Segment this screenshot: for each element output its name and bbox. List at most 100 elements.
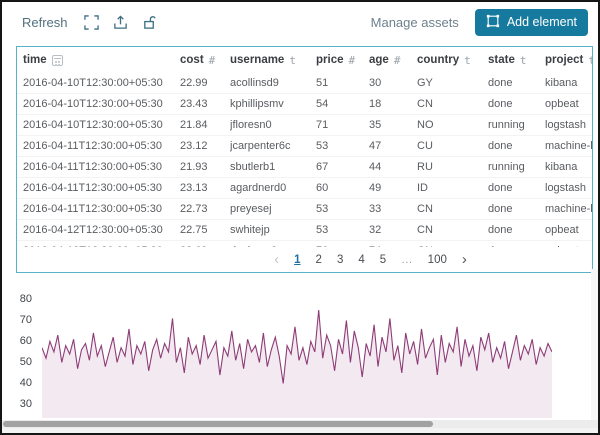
table-cell: 2016-04-11T12:30:00+05:30 — [23, 182, 180, 194]
pagination-page-1[interactable]: 1 — [294, 254, 300, 266]
vertical-scrollbar-track[interactable] — [591, 269, 598, 420]
canvas-workpad: Refresh Manage assets — [0, 0, 600, 435]
table-cell: jfloresn0 — [230, 119, 316, 131]
table-cell: GY — [417, 77, 488, 89]
refresh-button[interactable]: Refresh — [22, 15, 68, 30]
table-cell: done — [488, 140, 545, 152]
table-cell: jcarpenter6c — [230, 140, 316, 152]
table-cell: 2016-04-11T12:30:00+05:30 — [23, 140, 180, 152]
table-cell: 54 — [316, 98, 369, 110]
column-header-price: price # — [316, 54, 369, 67]
table-cell: kibana — [545, 77, 592, 89]
table-body: 2016-04-10T12:30:00+05:3022.99acollinsd9… — [17, 73, 592, 247]
table-cell: 21.84 — [180, 119, 230, 131]
table-row: 2016-04-10T12:30:00+05:3023.43kphillipsm… — [17, 94, 592, 115]
y-tick-label: 40 — [6, 376, 32, 390]
table-row: 2016-04-11T12:30:00+05:3022.73preyesej53… — [17, 199, 592, 220]
table-cell: 22.99 — [180, 77, 230, 89]
table-cell: 18 — [369, 98, 417, 110]
table-cell: 53 — [316, 203, 369, 215]
table-cell: logstash — [545, 182, 592, 194]
table-cell: done — [488, 98, 545, 110]
line-chart-element[interactable]: 807060504030 — [2, 289, 562, 419]
table-cell: 23.12 — [180, 140, 230, 152]
table-cell: opbeat — [545, 224, 592, 236]
column-header-username: username t — [230, 54, 316, 67]
add-element-icon — [486, 14, 500, 31]
table-cell: 47 — [369, 140, 417, 152]
table-cell: 30 — [369, 77, 417, 89]
table-cell: machine-l — [545, 203, 592, 215]
table-cell: acollinsd9 — [230, 77, 316, 89]
y-tick-label: 70 — [6, 313, 32, 327]
pagination-ellipsis: … — [401, 254, 413, 266]
table-cell: CN — [417, 98, 488, 110]
table-cell: opbeat — [545, 98, 592, 110]
table-cell: 71 — [316, 119, 369, 131]
table-cell: done — [488, 224, 545, 236]
table-row: 2016-04-11T12:30:00+05:3023.12jcarpenter… — [17, 136, 592, 157]
table-cell: CN — [417, 224, 488, 236]
toolbar-right: Manage assets Add element — [371, 9, 588, 36]
column-header-state: state t — [488, 54, 545, 67]
pagination-prev[interactable]: ‹ — [274, 252, 279, 267]
chart-y-axis: 807060504030 — [6, 289, 34, 419]
table-row: 2016-04-11T12:30:00+05:3021.93sbutlerb16… — [17, 157, 592, 178]
table-cell: machine-l — [545, 140, 592, 152]
area-line-chart — [42, 289, 552, 418]
table-cell: 2016-04-10T12:30:00+05:30 — [23, 119, 180, 131]
column-header-project: project t — [545, 54, 592, 67]
table-cell: 49 — [369, 182, 417, 194]
table-cell: 23.13 — [180, 182, 230, 194]
table-cell: done — [488, 182, 545, 194]
table-cell: swhitejp — [230, 224, 316, 236]
numeric-field-icon: # — [349, 54, 356, 67]
table-cell: 2016-04-12T12:30:00+05:30 — [23, 224, 180, 236]
table-cell: 53 — [316, 224, 369, 236]
table-cell: running — [488, 161, 545, 173]
pagination-next[interactable]: › — [462, 252, 467, 267]
table-cell: kphillipsmv — [230, 98, 316, 110]
table-cell: kibana — [545, 161, 592, 173]
text-field-icon: t — [520, 54, 527, 67]
y-tick-label: 80 — [6, 292, 32, 306]
window-bottom-strip — [2, 428, 598, 433]
chart-plot-area — [42, 289, 552, 418]
table-cell: 53 — [316, 140, 369, 152]
y-tick-label: 50 — [6, 355, 32, 369]
export-icon[interactable] — [113, 15, 128, 30]
table-cell: 2016-04-11T12:30:00+05:30 — [23, 203, 180, 215]
table-cell: 35 — [369, 119, 417, 131]
table-cell: 22.73 — [180, 203, 230, 215]
table-cell: RU — [417, 161, 488, 173]
table-cell: running — [488, 119, 545, 131]
pagination-page-3[interactable]: 3 — [337, 254, 343, 266]
calendar-icon — [52, 55, 63, 66]
pagination-page-4[interactable]: 4 — [358, 254, 364, 266]
unlock-icon[interactable] — [142, 15, 157, 30]
table-cell: 2016-04-10T12:30:00+05:30 — [23, 98, 180, 110]
table-header: time cost # username t price # age # cou… — [17, 47, 592, 73]
horizontal-scrollbar-track[interactable] — [2, 420, 598, 428]
text-field-icon: t — [289, 54, 296, 67]
pagination: ‹ 1 2 3 4 5 … 100 › — [83, 247, 600, 272]
pagination-page-2[interactable]: 2 — [316, 254, 322, 266]
fullscreen-icon[interactable] — [84, 15, 99, 30]
table-row: 2016-04-10T12:30:00+05:3022.99acollinsd9… — [17, 73, 592, 94]
numeric-field-icon: # — [394, 54, 401, 67]
pagination-page-5[interactable]: 5 — [380, 254, 386, 266]
horizontal-scrollbar-thumb[interactable] — [3, 421, 433, 427]
table-cell: NO — [417, 119, 488, 131]
datatable-element[interactable]: time cost # username t price # age # cou… — [16, 46, 593, 273]
manage-assets-link[interactable]: Manage assets — [371, 15, 459, 30]
table-cell: ID — [417, 182, 488, 194]
table-cell: 23.43 — [180, 98, 230, 110]
text-field-icon: t — [464, 54, 471, 67]
column-header-time: time — [23, 54, 180, 66]
add-element-button[interactable]: Add element — [475, 9, 588, 36]
pagination-page-100[interactable]: 100 — [428, 254, 447, 266]
toolbar: Refresh Manage assets — [2, 2, 598, 42]
y-tick-label: 30 — [6, 397, 32, 411]
table-cell: 44 — [369, 161, 417, 173]
table-cell: 22.75 — [180, 224, 230, 236]
